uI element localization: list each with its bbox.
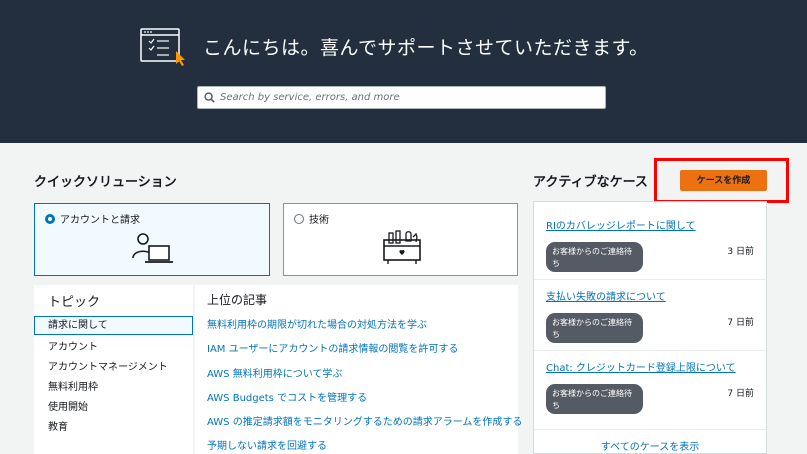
search-box[interactable] — [197, 86, 606, 109]
article-link[interactable]: AWS の推定請求額をモニタリングするための請求アラームを作成する — [207, 413, 522, 428]
technical-toolbox-icon — [383, 230, 421, 264]
tile-technical[interactable]: 技術 — [283, 203, 518, 276]
topic-item-billing[interactable]: 請求に関して — [34, 316, 193, 335]
active-cases-title: アクティブなケース — [533, 175, 648, 190]
article-link[interactable]: AWS 無料利用枠について学ぶ — [207, 365, 342, 380]
article-link[interactable]: 無料利用枠の期限が切れた場合の対処方法を学ぶ — [207, 316, 427, 331]
radio-account-billing[interactable] — [45, 213, 55, 224]
case-age: 3 日前 — [727, 247, 754, 257]
article-link[interactable]: AWS Budgets でコストを管理する — [207, 389, 367, 404]
article-link[interactable]: IAM ユーザーにアカウントの請求情報の閲覧を許可する — [207, 340, 458, 355]
topic-item-account-management[interactable]: アカウントマネージメント — [48, 358, 168, 373]
search-input[interactable] — [220, 92, 600, 103]
active-cases-panel: RIのカバレッジレポートに関して お客様からのご連絡待ち 3 日前 支払い失敗の… — [533, 201, 767, 454]
top-articles-panel: 上位の記事 無料利用枠の期限が切れた場合の対処方法を学ぶ IAM ユーザーにアカ… — [195, 285, 522, 454]
case-age: 7 日前 — [727, 389, 754, 399]
case-divider — [534, 350, 766, 351]
highlight-annotation-box — [654, 158, 789, 203]
topic-item-account[interactable]: アカウント — [48, 338, 98, 353]
account-billing-icon — [132, 233, 173, 263]
case-divider — [534, 279, 766, 280]
radio-technical[interactable] — [294, 213, 304, 224]
tile-technical-label: 技術 — [309, 215, 329, 226]
tile-account-billing[interactable]: アカウントと請求 — [34, 203, 270, 276]
search-icon — [204, 92, 215, 103]
case-status-badge: お客様からのご連絡待ち — [546, 242, 643, 272]
quick-solutions-title: クイックソリューション — [34, 175, 177, 190]
topic-item-getting-started[interactable]: 使用開始 — [48, 398, 88, 413]
case-status-badge: お客様からのご連絡待ち — [546, 384, 643, 414]
hero-title: こんにちは。喜んでサポートさせていただきます。 — [203, 37, 649, 59]
topics-title: トピック — [48, 295, 101, 310]
case-status-badge: お客様からのご連絡待ち — [546, 313, 643, 343]
support-hero-banner: こんにちは。喜んでサポートさせていただきます。 — [0, 0, 807, 143]
article-link[interactable]: 予期しない請求を回避する — [207, 437, 327, 452]
tile-account-billing-label: アカウントと請求 — [60, 215, 140, 226]
topics-panel: トピック 請求に関して アカウント アカウントマネージメント 無料利用枠 使用開… — [34, 285, 193, 454]
top-articles-title: 上位の記事 — [207, 293, 268, 307]
case-age: 7 日前 — [727, 318, 754, 328]
topic-item-education[interactable]: 教育 — [48, 418, 68, 433]
support-window-icon — [140, 28, 185, 66]
topic-item-free-tier[interactable]: 無料利用枠 — [48, 378, 98, 393]
view-all-cases-link[interactable]: すべてのケースを表示 — [534, 438, 766, 453]
case-title-link[interactable]: 支払い失敗の請求について — [546, 288, 666, 303]
case-title-link[interactable]: RIのカバレッジレポートに関して — [546, 217, 696, 232]
case-title-link[interactable]: Chat: クレジットカード登録上限について — [546, 359, 736, 374]
case-divider — [534, 429, 766, 430]
